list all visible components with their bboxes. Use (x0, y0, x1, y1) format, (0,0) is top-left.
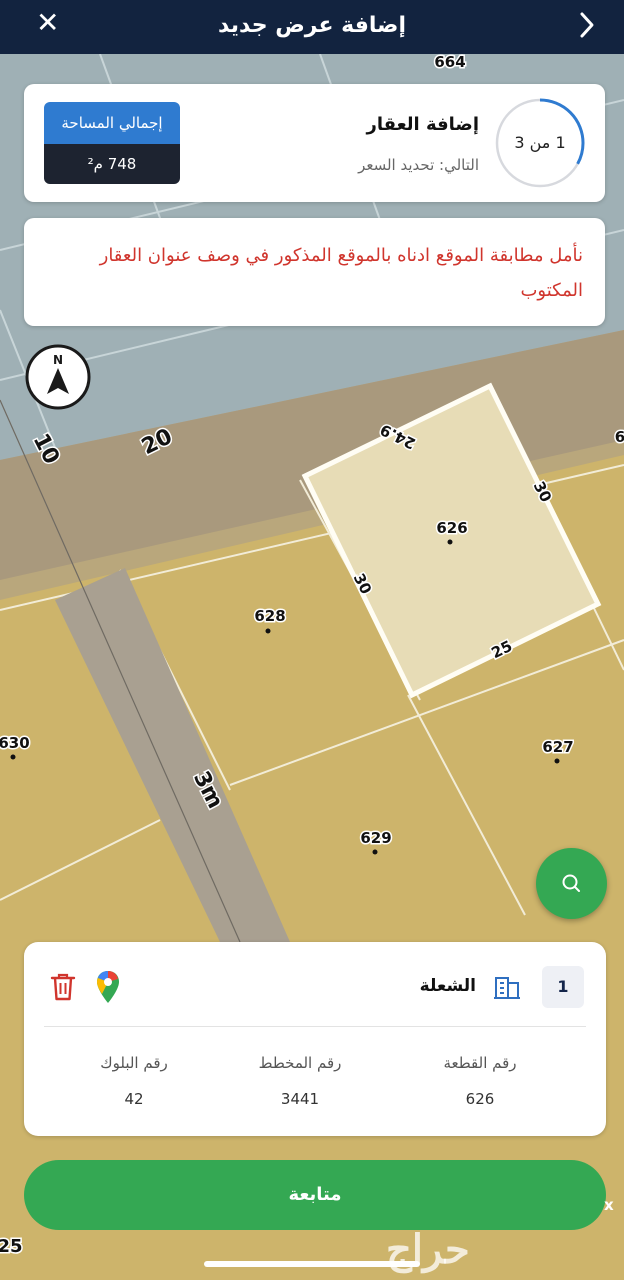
plan-number-value: 3441 (280, 1090, 320, 1108)
step-progress-ring: 1 من 3 (493, 96, 587, 190)
compass-icon[interactable]: N (25, 344, 91, 410)
compass-north-letter: N (53, 353, 63, 367)
total-area-box: إجمالي المساحة 748 م² (44, 102, 180, 184)
parcel-label-630: 630 (0, 734, 30, 752)
home-indicator[interactable] (204, 1261, 420, 1267)
plot-number-field: رقم القطعة 626 (400, 1054, 560, 1108)
top-bar: ✕ إضافة عرض جديد (0, 0, 624, 54)
plan-number-field: رقم المخطط 3441 (220, 1054, 380, 1108)
total-area-label: إجمالي المساحة (44, 102, 180, 144)
parcel-label-626: 626 (436, 519, 467, 537)
block-number-label: رقم البلوك (100, 1054, 168, 1072)
step-next-label: التالي: تحديد السعر (358, 156, 479, 174)
parcel-label-partial: 6 (615, 428, 624, 446)
edge-number-label: 25 (0, 1236, 23, 1257)
parcel-label-628: 628 (254, 607, 285, 625)
continue-button[interactable]: متابعة (24, 1160, 606, 1230)
total-area-value: 748 م² (44, 144, 180, 184)
search-icon (562, 874, 580, 892)
page-title: إضافة عرض جديد (218, 13, 406, 38)
map-search-button[interactable] (536, 848, 607, 919)
trash-icon[interactable] (50, 972, 76, 1002)
google-maps-icon[interactable] (96, 970, 120, 1004)
plot-number-label: رقم القطعة (443, 1054, 517, 1072)
chevron-right-icon[interactable] (576, 10, 598, 40)
step-progress-text: 1 من 3 (514, 133, 566, 152)
district-name: الشعلة (419, 976, 476, 996)
dismiss-x-icon[interactable]: x (604, 1196, 614, 1214)
parcel-info-card: 1 الشعلة رقم القطعة 626 رقم المخطط 3441 … (24, 942, 606, 1136)
parcel-label-629: 629 (360, 829, 391, 847)
building-icon (494, 977, 520, 999)
plan-number-label: رقم المخطط (258, 1054, 342, 1072)
parcel-index-badge: 1 (542, 966, 584, 1008)
parcel-label-664: 664 (434, 53, 465, 71)
location-note-card: نأمل مطابقة الموقع ادناه بالموقع المذكور… (24, 218, 605, 326)
step-title: إضافة العقار (366, 114, 479, 135)
plot-number-value: 626 (465, 1090, 495, 1108)
block-number-field: رقم البلوك 42 (54, 1054, 214, 1108)
info-divider (44, 1026, 586, 1027)
location-note-text: نأمل مطابقة الموقع ادناه بالموقع المذكور… (99, 245, 583, 301)
parcel-label-627: 627 (542, 738, 573, 756)
block-number-value: 42 (124, 1090, 144, 1108)
step-card: 1 من 3 إضافة العقار التالي: تحديد السعر … (24, 84, 605, 202)
